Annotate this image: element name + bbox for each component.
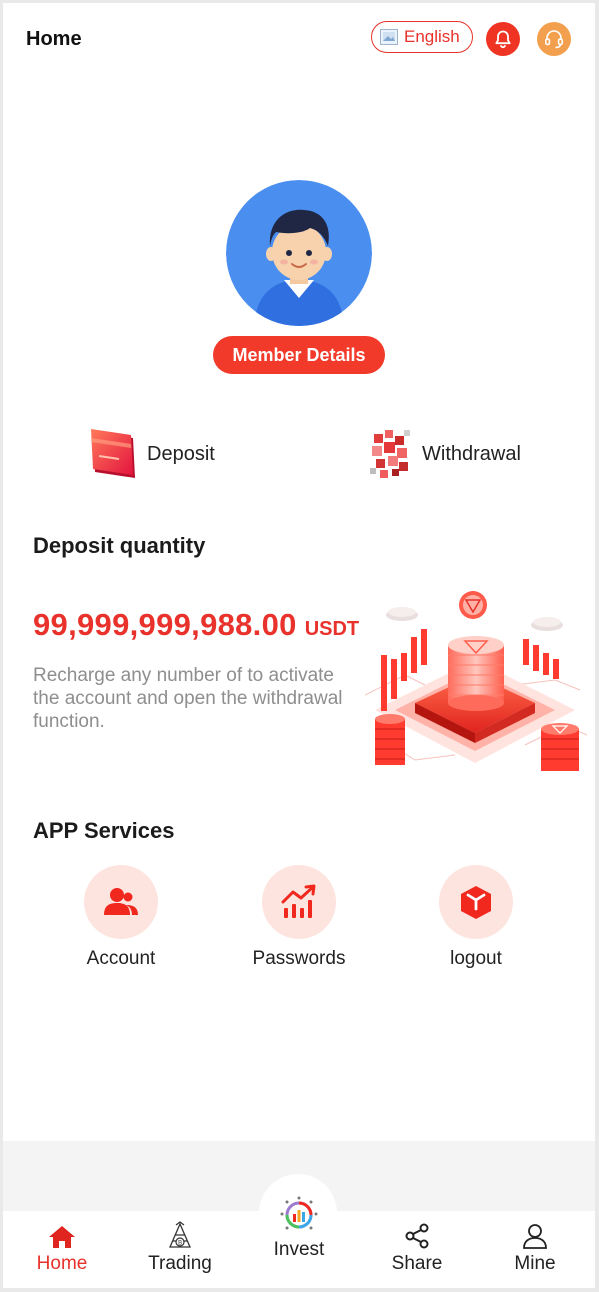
crypto-platform-illustration	[365, 591, 587, 771]
services-title: APP Services	[33, 818, 175, 843]
flag-image-icon	[380, 29, 398, 45]
bottom-tab-bar: Home B Trading Invest Share Mine	[3, 1196, 595, 1288]
tab-mine-label: Mine	[514, 1253, 556, 1274]
tab-invest[interactable]: Invest	[240, 1196, 358, 1288]
service-account-icon-bg	[84, 865, 158, 939]
top-bar: Home English	[3, 3, 595, 75]
notifications-button[interactable]	[486, 22, 520, 56]
user-avatar-icon	[226, 180, 372, 326]
tab-home[interactable]: Home	[3, 1211, 121, 1288]
app-frame: Home English Member Details Deposit With…	[3, 3, 595, 1288]
invest-icon	[280, 1196, 318, 1230]
tab-trading-label: Trading	[148, 1253, 212, 1274]
deposit-amount-row: 99,999,999,988.00 USDT	[33, 607, 359, 643]
service-passwords[interactable]: Passwords	[224, 865, 374, 970]
member-details-button[interactable]: Member Details	[213, 336, 385, 374]
trading-icon: B	[169, 1221, 191, 1248]
tab-mine[interactable]: Mine	[476, 1211, 594, 1288]
service-passwords-icon-bg	[262, 865, 336, 939]
chart-trend-icon	[281, 884, 316, 918]
withdrawal-label: Withdrawal	[422, 442, 521, 465]
deposit-label: Deposit	[147, 442, 215, 465]
headset-icon	[544, 30, 564, 49]
tab-share[interactable]: Share	[358, 1211, 476, 1288]
svg-text:B: B	[178, 1240, 182, 1247]
tab-trading[interactable]: B Trading	[121, 1211, 239, 1288]
tab-share-label: Share	[391, 1253, 443, 1274]
page-title: Home	[26, 28, 82, 50]
avatar[interactable]	[226, 180, 372, 326]
service-account-label: Account	[86, 948, 156, 969]
share-icon	[405, 1223, 429, 1249]
deposit-amount: 99,999,999,988.00	[33, 607, 297, 642]
deposit-unit: USDT	[304, 618, 360, 640]
service-logout-label: logout	[450, 948, 502, 969]
service-passwords-label: Passwords	[252, 948, 346, 969]
withdrawal-icon	[370, 430, 410, 478]
withdrawal-button[interactable]: Withdrawal	[368, 426, 521, 482]
deposit-description: Recharge any number of to activate the a…	[33, 665, 343, 732]
box-icon	[461, 886, 491, 919]
service-logout[interactable]: logout	[401, 865, 551, 970]
bell-icon	[495, 30, 511, 49]
deposit-quantity-title: Deposit quantity	[33, 533, 206, 558]
home-icon	[49, 1226, 75, 1248]
language-selector[interactable]: English	[371, 21, 473, 53]
tab-home-label: Home	[36, 1253, 88, 1274]
deposit-button[interactable]: Deposit	[89, 426, 215, 482]
service-account[interactable]: Account	[46, 865, 196, 970]
user-group-icon	[104, 888, 138, 915]
deposit-card-icon	[91, 429, 135, 478]
support-button[interactable]	[537, 22, 571, 56]
language-label: English	[404, 27, 460, 46]
person-icon	[523, 1224, 547, 1249]
tab-invest-label: Invest	[273, 1239, 325, 1260]
service-logout-icon-bg	[439, 865, 513, 939]
